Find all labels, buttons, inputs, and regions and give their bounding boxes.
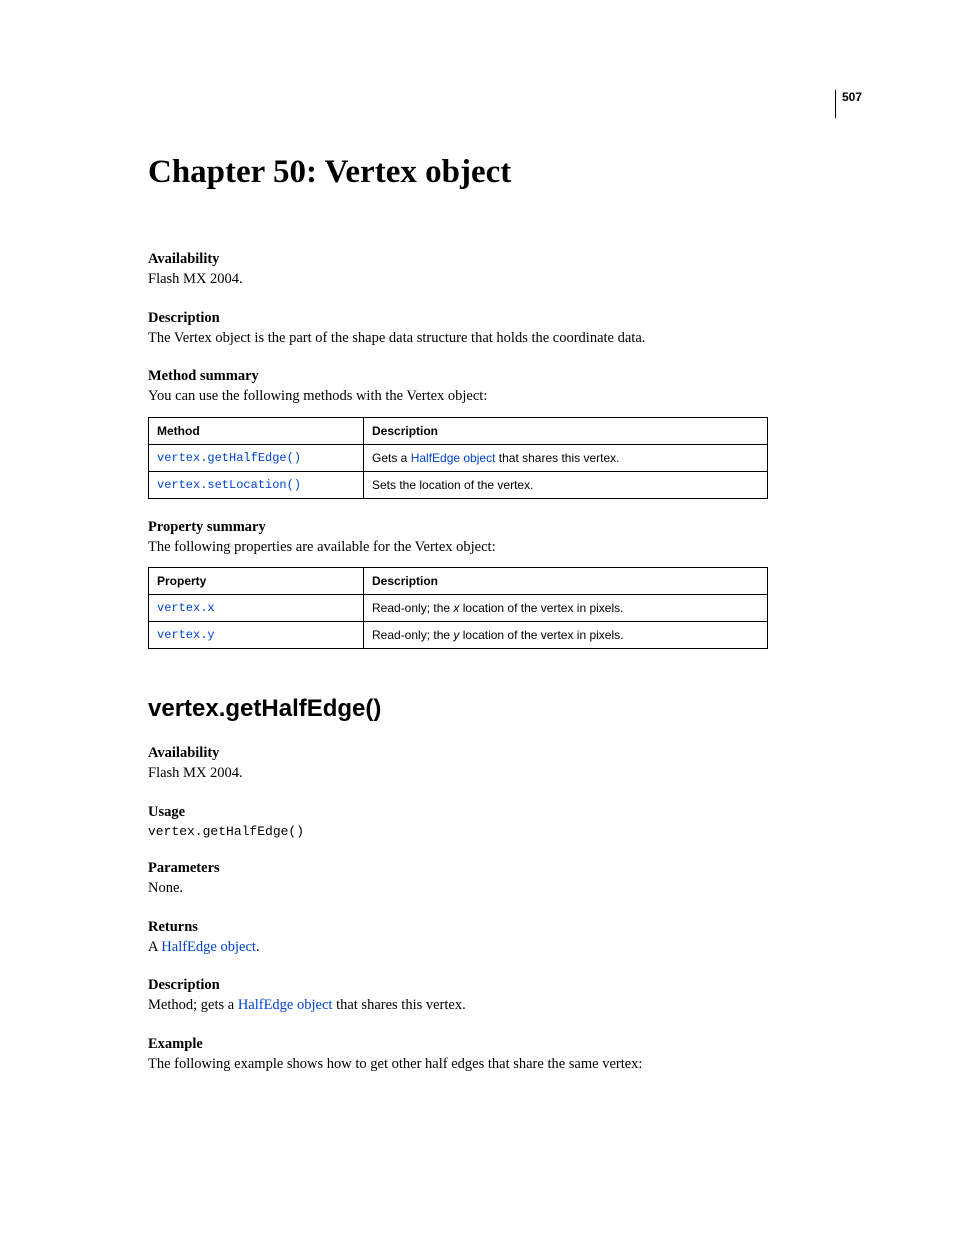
table-header-description: Description [364, 417, 768, 444]
description-label: Description [148, 310, 862, 327]
sec-parameters-label: Parameters [148, 860, 862, 877]
table-header-method: Method [149, 417, 364, 444]
property-link[interactable]: vertex.y [149, 622, 364, 649]
table-row: vertex.x Read-only; the x location of th… [149, 595, 768, 622]
page-content: Chapter 50: Vertex object Availability F… [0, 0, 954, 1145]
sec-description-text: Method; gets a HalfEdge object that shar… [148, 996, 862, 1016]
chapter-title: Chapter 50: Vertex object [148, 154, 862, 191]
table-header-property: Property [149, 568, 364, 595]
sec-example-text: The following example shows how to get o… [148, 1055, 862, 1075]
table-header-row: Property Description [149, 568, 768, 595]
availability-label: Availability [148, 251, 862, 268]
property-link[interactable]: vertex.x [149, 595, 364, 622]
property-summary-label: Property summary [148, 519, 862, 536]
method-summary-text: You can use the following methods with t… [148, 387, 862, 407]
method-link[interactable]: vertex.getHalfEdge() [149, 444, 364, 471]
page-number: 507 [835, 90, 862, 118]
method-summary-label: Method summary [148, 368, 862, 385]
sec-usage-code: vertex.getHalfEdge() [148, 823, 862, 841]
page-number-block: 507 [835, 88, 862, 118]
halfedge-object-link[interactable]: HalfEdge object [238, 997, 333, 1013]
sec-example-label: Example [148, 1036, 862, 1053]
halfedge-link[interactable]: HalfEdge object [411, 451, 496, 465]
sec-availability-label: Availability [148, 745, 862, 762]
sec-parameters-text: None. [148, 879, 862, 899]
property-summary-table: Property Description vertex.x Read-only;… [148, 567, 768, 649]
property-description: Read-only; the y location of the vertex … [364, 622, 768, 649]
method-description: Gets a HalfEdge object that shares this … [364, 444, 768, 471]
table-row: vertex.getHalfEdge() Gets a HalfEdge obj… [149, 444, 768, 471]
halfedge-object-link[interactable]: HalfEdge object [161, 939, 256, 955]
sec-returns-text: A HalfEdge object. [148, 938, 862, 958]
method-link[interactable]: vertex.setLocation() [149, 471, 364, 498]
section-title: vertex.getHalfEdge() [148, 695, 862, 723]
method-description: Sets the location of the vertex. [364, 471, 768, 498]
sec-availability-text: Flash MX 2004. [148, 764, 862, 784]
sec-description-label: Description [148, 977, 862, 994]
method-summary-table: Method Description vertex.getHalfEdge() … [148, 417, 768, 499]
property-summary-text: The following properties are available f… [148, 538, 862, 558]
availability-text: Flash MX 2004. [148, 270, 862, 290]
description-text: The Vertex object is the part of the sha… [148, 329, 862, 349]
sec-returns-label: Returns [148, 919, 862, 936]
table-header-description: Description [364, 568, 768, 595]
table-row: vertex.y Read-only; the y location of th… [149, 622, 768, 649]
sec-usage-label: Usage [148, 804, 862, 821]
property-description: Read-only; the x location of the vertex … [364, 595, 768, 622]
table-header-row: Method Description [149, 417, 768, 444]
table-row: vertex.setLocation() Sets the location o… [149, 471, 768, 498]
